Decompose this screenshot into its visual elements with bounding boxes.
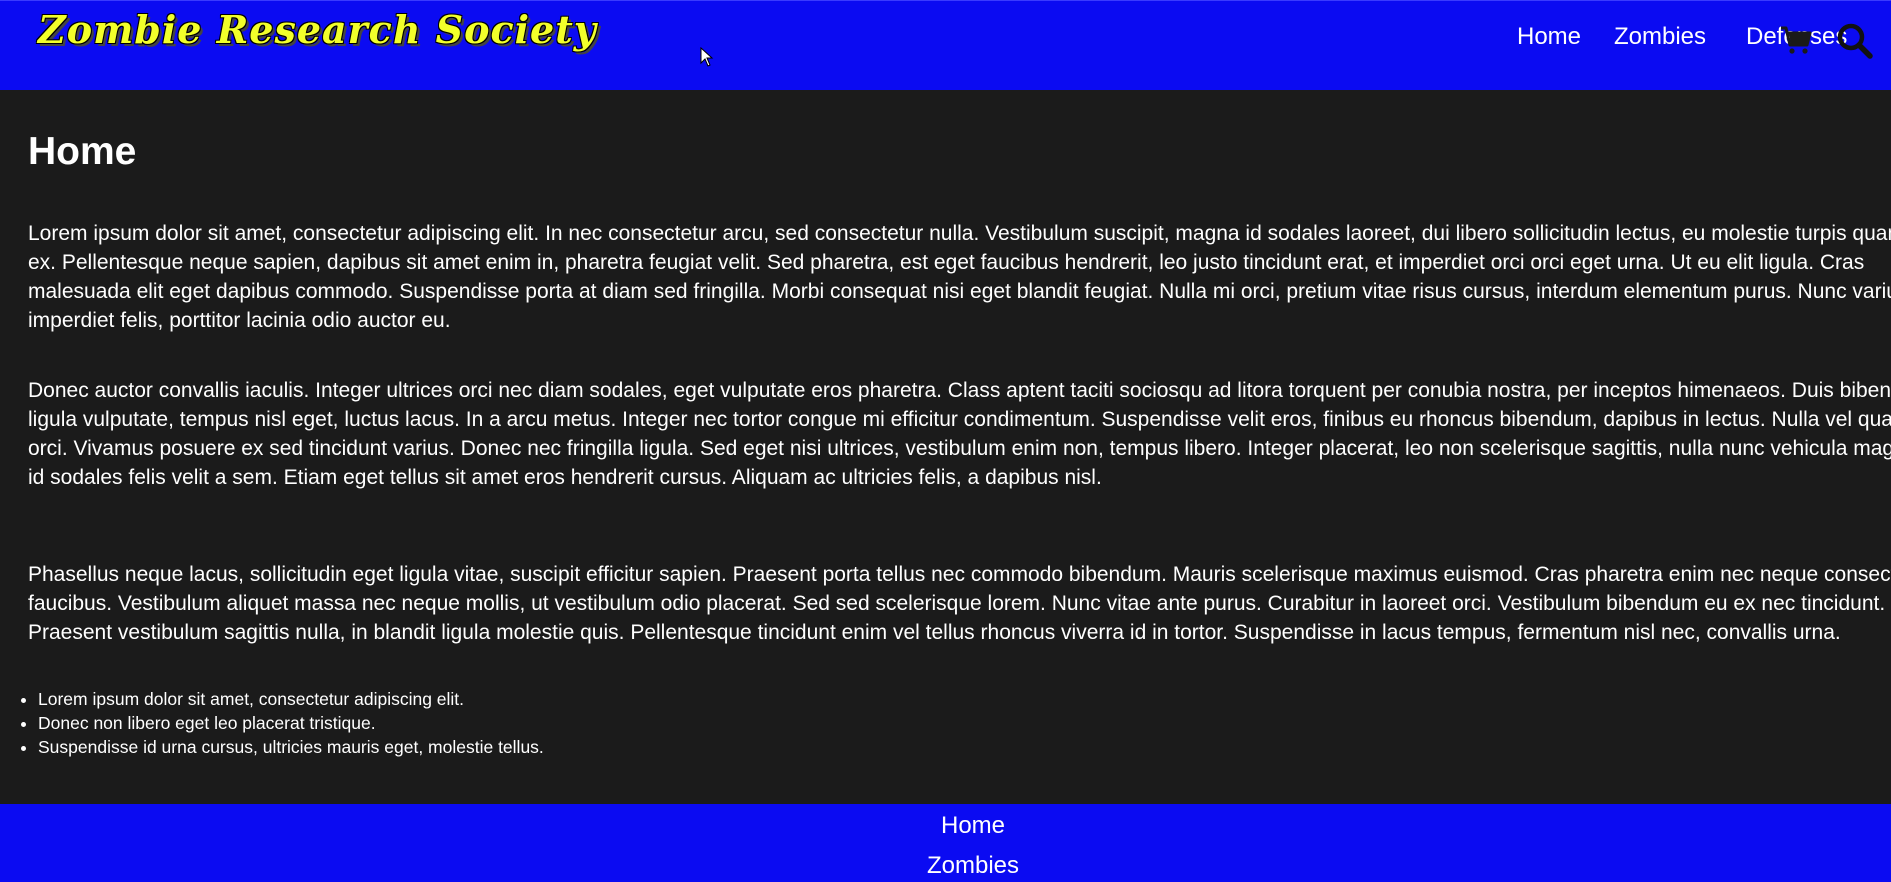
- list-item: Suspendisse id urna cursus, ultricies ma…: [38, 735, 544, 759]
- footer-link-home[interactable]: Home: [0, 812, 1891, 840]
- mouse-cursor-icon: [700, 47, 714, 67]
- nav-link-home[interactable]: Home: [1517, 23, 1581, 51]
- list-item: Lorem ipsum dolor sit amet, consectetur …: [38, 687, 544, 711]
- site-footer: Home Zombies: [0, 804, 1891, 882]
- browser-viewport: Zombie Research Society Home Zombies Def…: [0, 0, 1891, 882]
- paragraph: Lorem ipsum dolor sit amet, consectetur …: [28, 222, 1891, 332]
- list-item: Donec non libero eget leo placerat trist…: [38, 711, 544, 735]
- main-content: Home Lorem ipsum dolor sit amet, consect…: [0, 90, 1891, 804]
- nav-link-zombies[interactable]: Zombies: [1614, 23, 1706, 51]
- bullet-list: Lorem ipsum dolor sit amet, consectetur …: [14, 687, 544, 759]
- site-header: Zombie Research Society Home Zombies Def…: [0, 0, 1891, 90]
- page-title: Home: [28, 130, 137, 173]
- cart-icon[interactable]: [1779, 23, 1813, 57]
- site-logo[interactable]: Zombie Research Society: [38, 7, 597, 52]
- paragraph: Donec auctor convallis iaculis. Integer …: [28, 379, 1891, 489]
- main-nav: Home Zombies Defenses: [1391, 19, 1891, 59]
- paragraph: Phasellus neque lacus, sollicitudin eget…: [28, 563, 1891, 644]
- search-icon[interactable]: [1835, 21, 1875, 61]
- footer-link-zombies[interactable]: Zombies: [0, 852, 1891, 880]
